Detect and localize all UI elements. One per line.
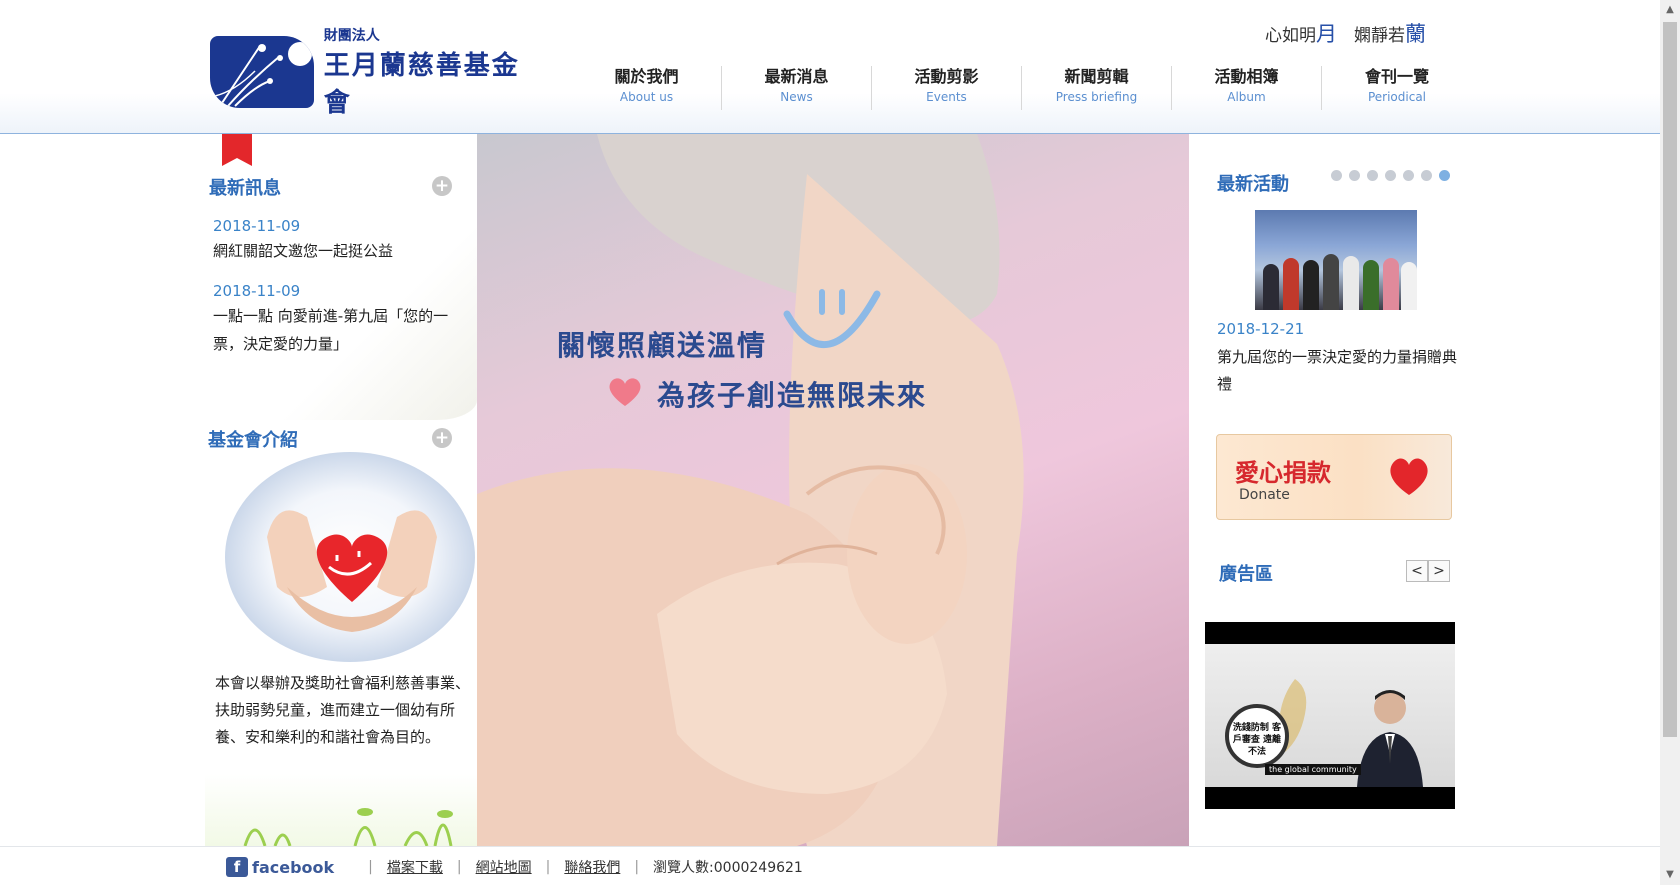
hero-subheadline: 為孩子創造無限未來 xyxy=(657,379,928,412)
news-date: 2018-11-09 xyxy=(213,282,301,300)
left-sidebar: 最新訊息 + 2018-11-09 網紅關韶文邀您一起挺公益 2018-11-0… xyxy=(205,134,477,847)
ads-next-button[interactable]: > xyxy=(1428,560,1450,582)
news-date: 2018-11-09 xyxy=(213,217,301,235)
intro-text: 本會以舉辦及獎助社會福利慈善事業、扶助弱勢兒童，進而建立一個幼有所養、安和樂利的… xyxy=(215,674,471,746)
nav-label-en: About us xyxy=(619,90,674,104)
heart-icon xyxy=(609,378,641,406)
activity-date: 2018-12-21 xyxy=(1217,320,1305,338)
news-more-plus-icon[interactable]: + xyxy=(432,176,452,196)
logo-name: 王月蘭慈善基金會 xyxy=(323,51,520,118)
page-scrollbar[interactable]: ▲ ▼ xyxy=(1660,0,1680,885)
carousel-dot[interactable] xyxy=(1367,170,1378,181)
footer-link-sitemap[interactable]: 網站地圖 xyxy=(476,857,532,877)
nav-label-en: Events xyxy=(926,90,967,104)
ads-section-title: 廣告區 xyxy=(1219,564,1273,585)
donate-title: 愛心捐款 xyxy=(1235,458,1331,487)
footer-separator: | xyxy=(368,859,373,875)
right-sidebar: 最新活動 2018-12-21 第九屆您的一票決定愛的力量捐贈典禮 愛心捐款 D… xyxy=(1189,134,1460,846)
motto-part-c: 嫻靜若 xyxy=(1337,26,1405,46)
nav-about[interactable]: 關於我們 About us xyxy=(572,66,722,110)
news-link[interactable]: 一點一點 向愛前進-第九屆「您的一票，決定愛的力量」 xyxy=(213,302,463,358)
news-section-title: 最新訊息 xyxy=(209,178,281,199)
site-logo[interactable]: 財團法人 王月蘭慈善基金會 xyxy=(210,28,535,118)
nav-label-en: News xyxy=(780,90,813,104)
footer-link-contact[interactable]: 聯絡我們 xyxy=(564,857,620,877)
grass-decoration xyxy=(205,774,477,847)
nav-label-zh: 會刊一覽 xyxy=(1364,67,1429,86)
carousel-dot[interactable] xyxy=(1403,170,1414,181)
speaker-figure xyxy=(1357,690,1423,787)
nav-news[interactable]: 最新消息 News xyxy=(722,66,872,110)
carousel-dot[interactable] xyxy=(1331,170,1342,181)
activities-section-title: 最新活動 xyxy=(1217,174,1289,195)
scroll-thumb[interactable] xyxy=(1663,22,1677,737)
footer-link-downloads[interactable]: 檔案下載 xyxy=(387,857,443,877)
nav-label-zh: 活動相簿 xyxy=(1214,67,1279,86)
hero-headline: 關懷照顧送溫情 xyxy=(557,329,768,362)
bookmark-ribbon-icon xyxy=(222,134,252,166)
activity-photo[interactable] xyxy=(1255,210,1417,310)
hero-banner[interactable]: 關懷照顧送溫情 為孩子創造無限未來 xyxy=(477,134,1189,846)
nav-label-en: Periodical xyxy=(1367,90,1427,104)
smiley-icon xyxy=(783,289,881,349)
nav-label-zh: 最新消息 xyxy=(764,67,829,86)
logo-subtitle: 財團法人 xyxy=(323,28,380,44)
motto: 心如明月 嫻靜若蘭 xyxy=(1265,18,1426,48)
carousel-dot[interactable] xyxy=(1421,170,1432,181)
facebook-icon[interactable]: f xyxy=(226,857,248,877)
activity-link[interactable]: 第九屆您的一票決定愛的力量捐贈典禮 xyxy=(1217,344,1457,398)
facebook-link[interactable]: facebook xyxy=(252,858,334,877)
main-nav: 關於我們 About us 最新消息 News 活動剪影 Events 新聞剪輯… xyxy=(572,66,1472,110)
ads-prev-button[interactable]: < xyxy=(1406,560,1428,582)
ad-video-frame: 洗錢防制 客戶審查 遠離不法 the global community xyxy=(1205,644,1455,787)
site-header: 財團法人 王月蘭慈善基金會 心如明月 嫻靜若蘭 關於我們 About us 最新… xyxy=(0,0,1660,134)
carousel-dot[interactable] xyxy=(1385,170,1396,181)
donate-heart-icon xyxy=(1390,458,1428,495)
nav-label-zh: 新聞剪輯 xyxy=(1064,67,1129,86)
nav-label-en: Album xyxy=(1227,90,1266,104)
nav-label-en: Press briefing xyxy=(1055,90,1138,104)
orchid-logo-icon xyxy=(210,36,314,108)
footer-separator: | xyxy=(456,859,462,875)
nav-label-zh: 活動剪影 xyxy=(914,67,979,86)
motto-part-b: 月 xyxy=(1316,22,1337,46)
donate-banner[interactable]: 愛心捐款 Donate xyxy=(1216,434,1452,520)
intro-section-title: 基金會介紹 xyxy=(208,430,298,451)
intro-more-plus-icon[interactable]: + xyxy=(432,428,452,448)
motto-part-a: 心如明 xyxy=(1265,26,1316,46)
donate-subtitle: Donate xyxy=(1239,487,1290,503)
scroll-down-arrow-icon[interactable]: ▼ xyxy=(1660,865,1680,885)
nav-periodical[interactable]: 會刊一覽 Periodical xyxy=(1322,66,1472,110)
carousel-dots xyxy=(1331,170,1450,181)
ad-video-badge: 洗錢防制 客戶審查 遠離不法 xyxy=(1225,704,1289,768)
scroll-up-arrow-icon[interactable]: ▲ xyxy=(1660,0,1680,20)
carousel-dot[interactable] xyxy=(1349,170,1360,181)
nav-events[interactable]: 活動剪影 Events xyxy=(872,66,1022,110)
news-link[interactable]: 網紅關韶文邀您一起挺公益 xyxy=(213,237,463,265)
site-footer: f facebook | 檔案下載 | 網站地圖 | 聯絡我們 | 瀏覽人數:0… xyxy=(0,846,1660,885)
ad-video-caption: the global community xyxy=(1265,764,1361,775)
footer-separator: | xyxy=(545,859,551,875)
footer-separator: | xyxy=(634,859,640,875)
nav-label-zh: 關於我們 xyxy=(614,67,679,86)
visitor-counter: 瀏覽人數:0000249621 xyxy=(653,860,803,876)
nav-album[interactable]: 活動相簿 Album xyxy=(1172,66,1322,110)
ad-video[interactable]: 洗錢防制 客戶審查 遠離不法 the global community xyxy=(1205,622,1455,809)
hands-heart-image xyxy=(267,510,437,632)
carousel-dot-active[interactable] xyxy=(1439,170,1450,181)
nav-press[interactable]: 新聞剪輯 Press briefing xyxy=(1022,66,1172,110)
motto-part-d: 蘭 xyxy=(1405,22,1426,46)
